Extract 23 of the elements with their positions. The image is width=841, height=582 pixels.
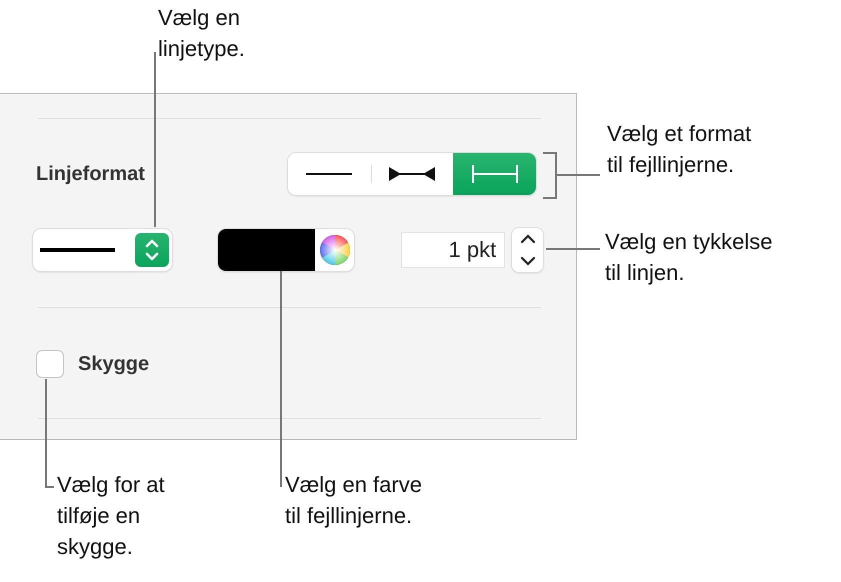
stepper-icon	[135, 233, 170, 267]
color-wheel-icon	[319, 234, 352, 266]
shadow-label: Skygge	[78, 352, 150, 376]
format-segment[interactable]	[288, 153, 371, 195]
format-segment[interactable]	[370, 153, 454, 195]
thickness-field[interactable]: 1 pkt	[401, 232, 506, 268]
callout-text: Vælg et format til fejllinjerne.	[607, 120, 752, 179]
callout-text: Vælg en farve til fejllinjerne.	[285, 471, 422, 530]
leader-line	[546, 248, 600, 250]
line-icon	[306, 172, 352, 176]
capped-line-icon	[472, 165, 518, 183]
color-well[interactable]	[218, 229, 354, 271]
shadow-checkbox[interactable]	[36, 350, 64, 378]
leader-line	[542, 152, 601, 199]
callout-text: Vælg en linjetype.	[158, 4, 245, 63]
thickness-stepper[interactable]	[512, 228, 543, 272]
up-chevron-icon	[520, 234, 536, 244]
arrow-line-icon	[389, 166, 435, 182]
line-style-popup[interactable]	[33, 229, 172, 271]
callout-text: Vælg en tykkelse til linjen.	[605, 228, 773, 287]
section-label: Linjeformat	[36, 162, 145, 186]
down-chevron-icon	[520, 256, 536, 266]
callout-text: Vælg for at tilføje en skygge.	[57, 471, 165, 561]
